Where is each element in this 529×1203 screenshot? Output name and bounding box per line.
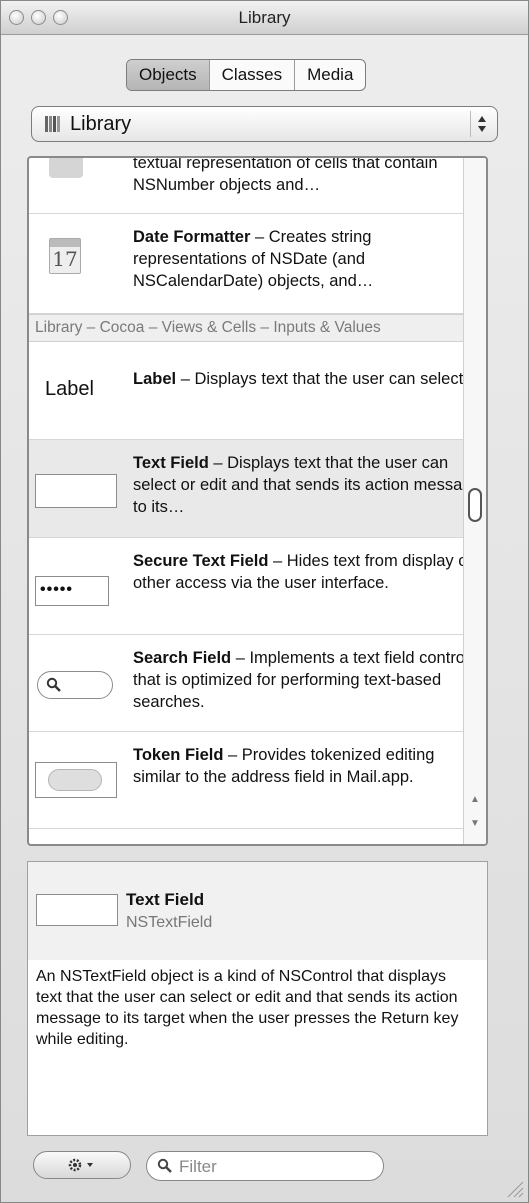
detail-header: Text Field NSTextField [28,862,487,960]
scroll-thumb[interactable] [468,488,482,522]
item-name: Text Field [133,454,209,472]
window-title: Library [238,8,291,27]
search-field-preview [37,671,113,699]
number-formatter-icon [49,158,83,178]
filter-input[interactable] [177,1156,371,1178]
item-name: Label [133,370,177,388]
tab-objects[interactable]: Objects [127,60,210,90]
library-icon [45,116,60,132]
section-header: Library – Cocoa – Views & Cells – Inputs… [29,314,486,342]
scroll-down-arrow-icon[interactable]: ▼ [470,818,480,829]
list-item-secure-text-field[interactable]: ••••• Secure Text Field – Hides text fro… [29,538,486,635]
list-item-date-formatter[interactable]: 17 Date Formatter – Creates string repre… [29,214,486,314]
vertical-scrollbar[interactable]: ▲ ▼ [463,158,486,844]
popup-label: Library [70,113,132,135]
list-item-text: textual representation of cells that con… [133,156,438,194]
list-item-search-field[interactable]: Search Field – Implements a text field c… [29,635,486,732]
gear-icon [68,1158,93,1172]
text-field-preview [35,474,117,508]
item-description: – Displays text that the user can select [176,370,464,388]
filter-field[interactable] [146,1151,384,1181]
updown-arrows-icon [470,111,486,137]
resize-grip-icon[interactable] [504,1178,524,1198]
item-name: Search Field [133,649,232,667]
magnifier-icon [46,677,61,692]
detail-title: Text Field [126,890,205,909]
list-item-token-field[interactable]: Token Field – Provides tokenized editing… [29,732,486,829]
section-header-label: Library – Cocoa – Views & Cells – Inputs… [35,319,381,336]
item-name: Secure Text Field [133,552,269,570]
list-item-label[interactable]: Label Label – Displays text that the use… [29,342,486,440]
list-item[interactable]: textual representation of cells that con… [29,156,486,214]
token-field-preview [35,762,117,798]
library-popup[interactable]: Library [31,106,498,142]
secure-field-preview: ••••• [35,576,109,606]
tab-media[interactable]: Media [295,60,365,90]
detail-description: An NSTextField object is a kind of NSCon… [36,968,459,1048]
detail-class-name: NSTextField [126,914,213,931]
action-menu-button[interactable] [33,1151,131,1179]
token-pill [48,769,102,791]
item-name: Token Field [133,746,224,764]
label-preview: Label [45,378,94,400]
calendar-icon: 17 [49,238,81,274]
list-item-text-field[interactable]: Text Field – Displays text that the user… [29,440,486,538]
item-name: Date Formatter [133,228,251,246]
library-window: Library Objects Classes Media Library te… [0,0,529,1203]
detail-pane: Text Field NSTextField An NSTextField ob… [27,861,488,1136]
tab-classes[interactable]: Classes [210,60,296,90]
scroll-up-arrow-icon[interactable]: ▲ [470,794,480,805]
detail-preview [36,894,118,926]
object-list[interactable]: textual representation of cells that con… [27,156,488,846]
library-tabs: Objects Classes Media [126,59,367,91]
magnifier-icon [157,1158,172,1173]
title-bar[interactable]: Library [1,1,528,35]
